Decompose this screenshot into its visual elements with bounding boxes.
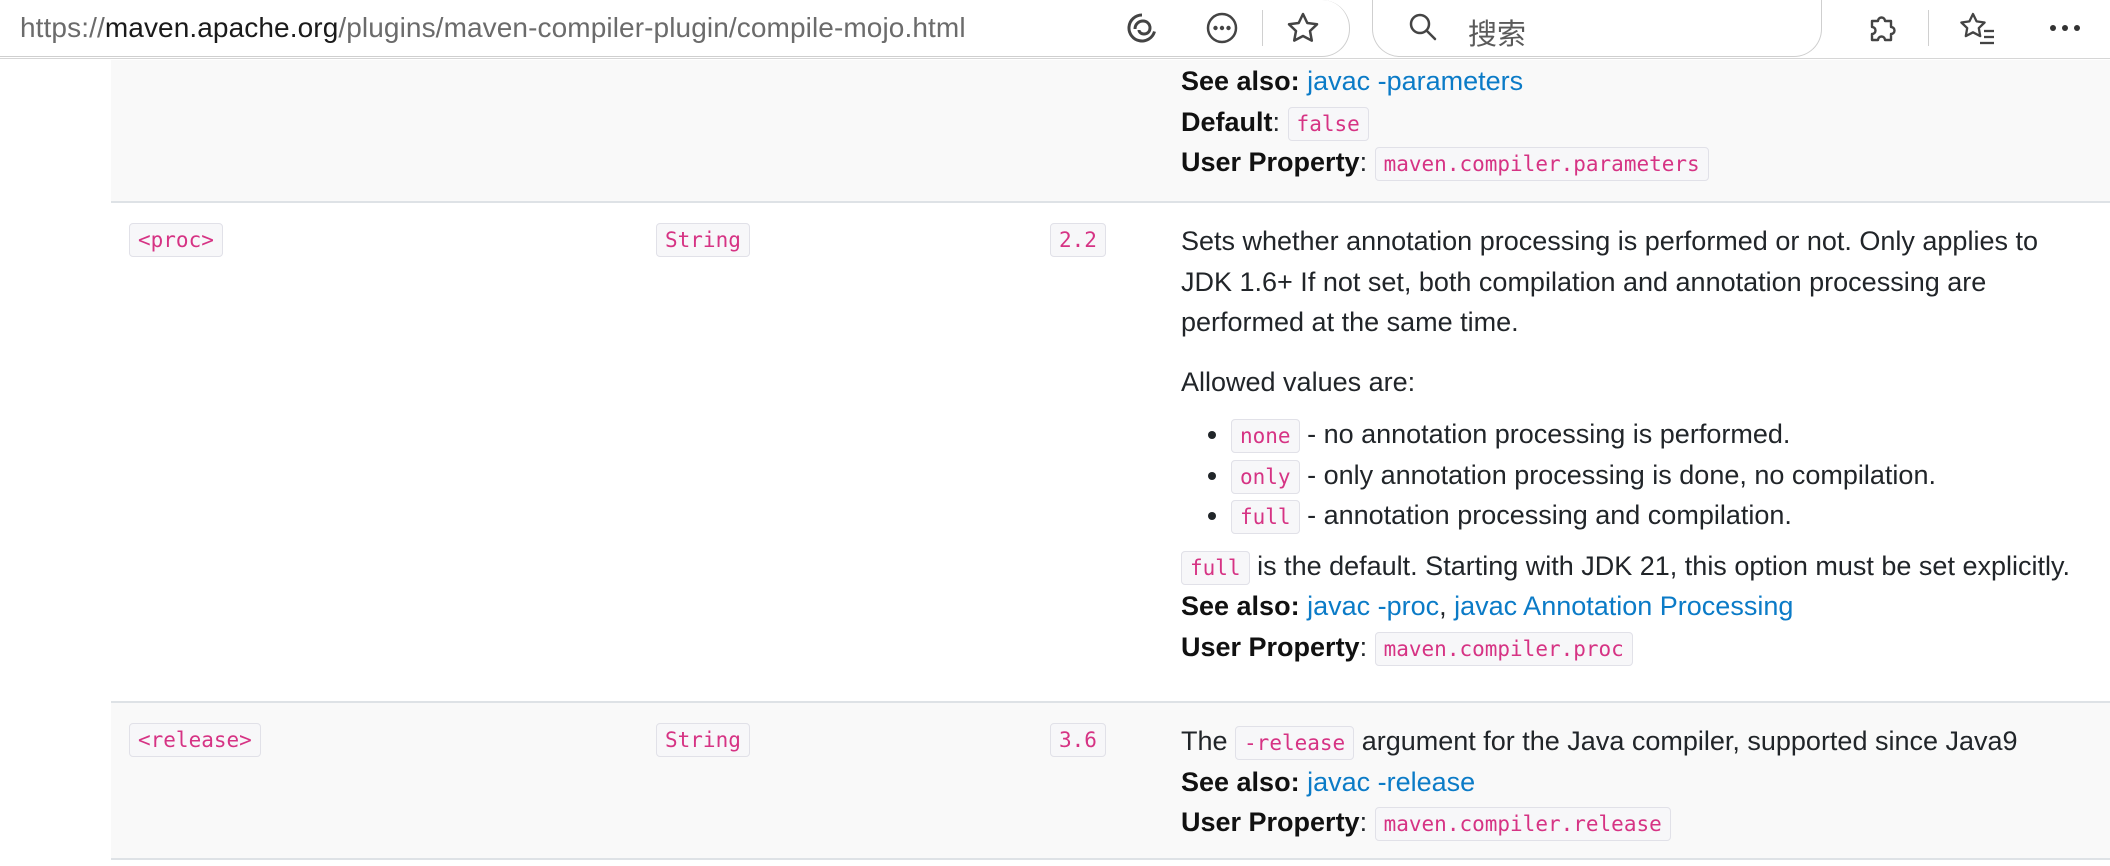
description-cell: The -release argument for the Java compi…: [1181, 721, 2110, 843]
parameter-name: <release>: [129, 723, 261, 757]
favorite-star-icon[interactable]: [1278, 3, 1328, 53]
table-row-proc: <proc> String 2.2 Sets whether annotatio…: [111, 203, 2110, 703]
list-item: only - only annotation processing is don…: [1231, 455, 2110, 496]
default-code: full: [1181, 550, 1250, 585]
user-property-label: User Property: [1181, 147, 1360, 177]
list-item: none - no annotation processing is perfo…: [1231, 414, 2110, 455]
description-cell: Sets whether annotation processing is pe…: [1181, 221, 2110, 667]
toolbar-divider-2: [1928, 10, 1929, 46]
favorites-list-icon[interactable]: [1953, 3, 2003, 53]
parameter-type: String: [656, 223, 750, 257]
value-code: none: [1231, 419, 1300, 453]
default-label: Default: [1181, 106, 1273, 137]
description-text: The: [1181, 726, 1236, 756]
browser-toolbar: https://maven.apache.org/plugins/maven-c…: [0, 0, 2110, 59]
description-line: Sets whether annotation processing is pe…: [1181, 226, 2038, 256]
description-line: The -release argument for the Java compi…: [1181, 721, 2110, 762]
edge-refresh-icon[interactable]: [1117, 3, 1167, 53]
javac-proc-link[interactable]: javac -proc: [1307, 591, 1439, 621]
search-box[interactable]: 搜索: [1372, 0, 1822, 57]
more-actions-icon[interactable]: [1197, 3, 1247, 53]
user-property-line: User Property: maven.compiler.release: [1181, 802, 2110, 843]
value-text: - annotation processing and compilation.: [1299, 500, 1792, 530]
user-property-colon: :: [1359, 147, 1368, 177]
url-text[interactable]: https://maven.apache.org/plugins/maven-c…: [20, 12, 966, 44]
user-property-colon: :: [1359, 631, 1368, 662]
see-also-label: See also:: [1181, 591, 1300, 621]
release-flag-code: -release: [1235, 726, 1355, 760]
parameter-name: <proc>: [129, 223, 223, 257]
table-row-release: <release> String 3.6 The -release argume…: [111, 703, 2110, 860]
parameter-since: 3.6: [1050, 723, 1106, 757]
default-colon: :: [1272, 106, 1281, 137]
default-note-line: full is the default. Starting with JDK 2…: [1181, 546, 2110, 587]
allowed-values-list: none - no annotation processing is perfo…: [1181, 414, 2110, 536]
value-code: only: [1231, 459, 1300, 494]
default-line: Default: false: [1181, 102, 2110, 143]
search-placeholder: 搜索: [1468, 19, 1527, 51]
toolbar-divider: [1262, 10, 1263, 46]
table-row-parameters: See also: javac -parameters Default: fal…: [111, 60, 2110, 203]
search-icon: [1398, 2, 1448, 52]
user-property-line: User Property: maven.compiler.parameters: [1181, 142, 2110, 183]
list-item: full - annotation processing and compila…: [1231, 495, 2110, 536]
user-property-colon: :: [1359, 807, 1368, 837]
user-property-label: User Property: [1181, 631, 1360, 662]
javac-annotation-processing-link[interactable]: javac Annotation Processing: [1454, 591, 1793, 621]
see-also-label: See also:: [1181, 766, 1300, 797]
default-note-text: is the default. Starting with JDK 21, th…: [1249, 550, 2070, 581]
user-property-value: maven.compiler.release: [1374, 807, 1671, 841]
url-host: maven.apache.org: [104, 12, 339, 43]
see-also-line: See also: javac -parameters: [1181, 61, 2110, 102]
extensions-puzzle-icon[interactable]: [1857, 3, 1907, 53]
see-also-line: See also: javac -proc, javac Annotation …: [1181, 586, 2110, 627]
user-property-line: User Property: maven.compiler.proc: [1181, 627, 2110, 668]
value-text: - no annotation processing is performed.: [1299, 419, 1791, 449]
javac-parameters-link[interactable]: javac -parameters: [1307, 66, 1523, 96]
url-path: /plugins/maven-compiler-plugin/compile-m…: [338, 12, 966, 43]
settings-more-icon[interactable]: [2040, 3, 2090, 53]
parameter-since: 2.2: [1050, 223, 1106, 257]
default-value: false: [1287, 106, 1369, 141]
description-line: JDK 1.6+ If not set, both compilation an…: [1181, 266, 1987, 297]
user-property-value: maven.compiler.parameters: [1374, 147, 1709, 181]
javac-release-link[interactable]: javac -release: [1307, 767, 1475, 797]
allowed-values-intro: Allowed values are:: [1181, 366, 1416, 397]
parameter-type: String: [656, 723, 750, 757]
url-prefix: https://: [20, 12, 105, 43]
see-also-line: See also: javac -release: [1181, 762, 2110, 803]
value-text: - only annotation processing is done, no…: [1299, 459, 1936, 490]
description-text: argument for the Java compiler, supporte…: [1354, 726, 2018, 756]
description-line: performed at the same time.: [1181, 307, 1519, 337]
see-also-separator: ,: [1439, 591, 1455, 621]
address-bar[interactable]: https://maven.apache.org/plugins/maven-c…: [0, 0, 1350, 57]
user-property-label: User Property: [1181, 807, 1360, 837]
value-code: full: [1231, 500, 1300, 534]
user-property-value: maven.compiler.proc: [1374, 631, 1633, 666]
description-cell: See also: javac -parameters Default: fal…: [1181, 61, 2110, 183]
see-also-label: See also:: [1181, 66, 1300, 96]
